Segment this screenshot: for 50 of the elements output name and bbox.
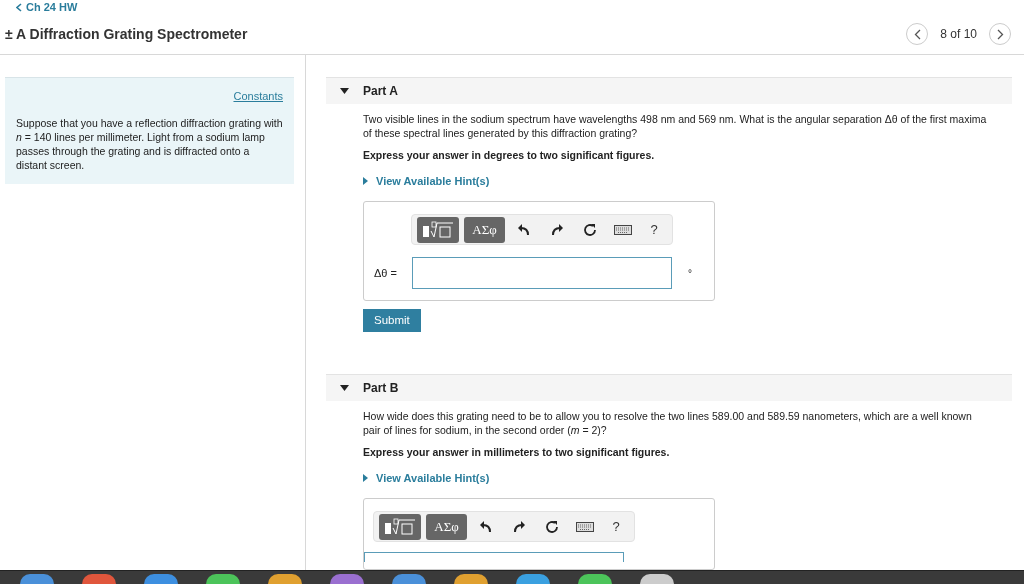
answer-label: Δθ = (374, 265, 398, 281)
page-counter: 8 of 10 (940, 26, 977, 43)
reset-icon (583, 222, 597, 237)
reset-icon (545, 519, 559, 534)
chevron-left-icon (16, 2, 22, 12)
caret-right-icon (363, 176, 368, 185)
redo-icon (550, 222, 564, 237)
question-text: Two visible lines in the sodium spectrum have wavelengths 498 nm and 569 nm. What is the angular separation Δθ of the first maxima of these spectral lines generated by this diffraction grating? (363, 111, 988, 140)
undo-icon (517, 222, 531, 237)
hints-link[interactable]: View Available Hint(s) (363, 172, 988, 189)
answer-input[interactable] (364, 552, 624, 562)
part-header[interactable]: Part B (326, 374, 1012, 401)
constants-link[interactable]: Constants (233, 88, 283, 105)
question-text: How wide does this grating need to be to allow you to resolve the two lines 589.00 and 589.59 nanometers, which are a well known pair of lines for sodium, in the second order (m = 2)? (363, 408, 973, 437)
app-icon[interactable] (454, 574, 488, 584)
undo-icon (479, 519, 493, 534)
app-icon[interactable] (516, 574, 550, 584)
unit-label: ° (688, 266, 692, 281)
help-button[interactable]: ? (604, 513, 628, 540)
app-icon[interactable] (82, 574, 116, 584)
greek-symbols-button[interactable]: ΑΣφ (426, 513, 467, 540)
app-icon[interactable] (392, 574, 426, 584)
keyboard-icon (576, 519, 594, 534)
chevron-right-icon (996, 28, 1004, 40)
instruction-text: Express your answer in degrees to two significant figures. (363, 147, 656, 163)
greek-symbols-button[interactable]: ΑΣφ (464, 216, 505, 243)
app-icon[interactable] (268, 574, 302, 584)
hints-link[interactable]: View Available Hint(s) (363, 469, 988, 486)
problem-text: Suppose that you have a reflection diffraction grating with n = 140 lines per millimeter. Light from a sodium lamp passes through the grating and is diffracted onto a distant screen. (16, 115, 283, 172)
template-button[interactable] (417, 216, 459, 243)
chevron-left-icon (913, 28, 921, 40)
help-button[interactable]: ? (642, 216, 666, 243)
instruction-text: Express your answer in millimeters to two significant figures. (363, 444, 671, 460)
app-icon[interactable] (206, 574, 240, 584)
back-link[interactable]: Ch 24 HW (16, 1, 78, 13)
answer-input[interactable] (412, 257, 672, 289)
app-icon[interactable] (144, 574, 178, 584)
part-header[interactable]: Part A (326, 77, 1012, 104)
keyboard-icon (614, 222, 632, 237)
radical-template-icon (384, 517, 416, 536)
redo-icon (512, 519, 526, 534)
radical-template-icon (422, 220, 454, 239)
submit-button[interactable]: Submit (363, 309, 421, 332)
app-icon[interactable] (20, 574, 54, 584)
caret-right-icon (363, 473, 368, 482)
app-icon[interactable] (640, 574, 674, 584)
template-button[interactable] (379, 513, 421, 540)
page-title: ± A Diffraction Grating Spectrometer (5, 24, 248, 44)
app-icon[interactable] (578, 574, 612, 584)
app-icon[interactable] (330, 574, 364, 584)
